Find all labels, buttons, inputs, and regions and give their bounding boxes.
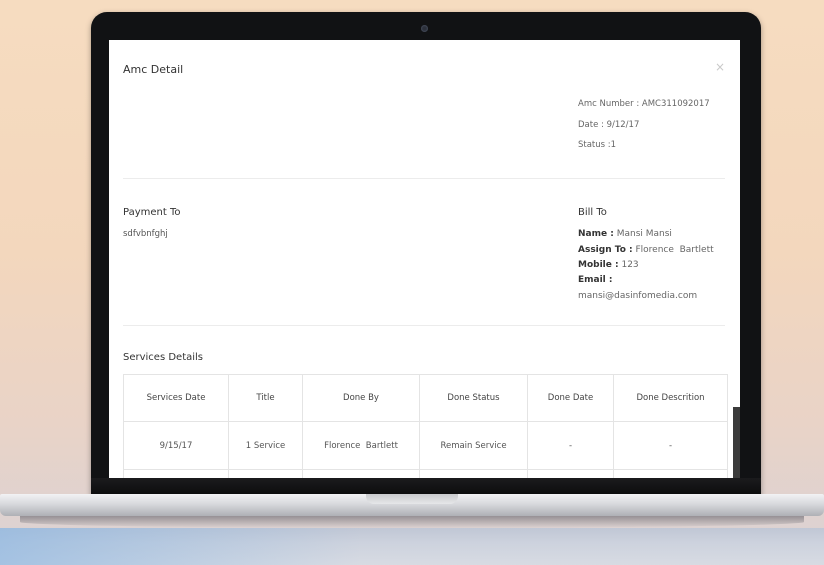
services-heading: Services Details	[123, 352, 204, 363]
close-icon[interactable]: ×	[715, 60, 725, 74]
laptop-screen: Amc Detail × Amc Number : AMC311092017 D…	[109, 40, 740, 478]
name-label: Name :	[578, 229, 614, 239]
column-header: Done Date	[527, 374, 614, 422]
laptop-notch	[366, 494, 458, 504]
table-cell: -	[613, 421, 728, 470]
scrollbar[interactable]	[733, 407, 740, 478]
column-header: Done Status	[419, 374, 528, 422]
column-header: Done By	[302, 374, 420, 422]
email-label: Email :	[578, 275, 613, 285]
table-cell: Remain Service	[419, 421, 528, 470]
table-cell: -	[527, 421, 614, 470]
amc-detail-modal: Amc Detail × Amc Number : AMC311092017 D…	[109, 40, 740, 478]
amc-date: Date : 9/12/17	[578, 120, 640, 130]
name-value: Mansi Mansi	[616, 229, 672, 239]
assign-label: Assign To :	[578, 245, 633, 255]
camera-icon	[421, 25, 428, 32]
table-header-row: Services Date Title Done By Done Status …	[123, 374, 728, 422]
email-value: mansi@dasinfomedia.com	[578, 291, 698, 301]
laptop-shadow	[20, 516, 804, 528]
services-table: Services Date Title Done By Done Status …	[123, 374, 728, 478]
divider	[123, 325, 725, 326]
amc-status: Status :1	[578, 140, 617, 150]
column-header: Done Descrition	[613, 374, 728, 422]
table-cell: 9/15/17	[123, 421, 229, 470]
amc-number: Amc Number : AMC311092017	[578, 99, 710, 109]
floor-reflection-blue	[0, 528, 360, 565]
bill-to-name: Name : Mansi Mansi	[578, 229, 672, 239]
bill-to-mobile: Mobile : 123	[578, 260, 639, 270]
column-header: Title	[228, 374, 303, 422]
table-row	[123, 469, 728, 478]
table-row: 9/15/17 1 Service Florence Bartlett Rema…	[123, 421, 728, 470]
bill-to-heading: Bill To	[578, 207, 607, 218]
payment-to-heading: Payment To	[123, 207, 181, 218]
assign-value: Florence Bartlett	[635, 245, 714, 255]
table-cell: Florence Bartlett	[302, 421, 420, 470]
divider	[123, 178, 725, 179]
bill-to-email: Email :	[578, 275, 613, 285]
modal-title: Amc Detail	[123, 63, 184, 76]
bill-to-assign: Assign To : Florence Bartlett	[578, 245, 714, 255]
column-header: Services Date	[123, 374, 229, 422]
table-cell: 1 Service	[228, 421, 303, 470]
mobile-label: Mobile :	[578, 260, 619, 270]
mobile-value: 123	[621, 260, 639, 270]
payment-to-value: sdfvbnfghj	[123, 229, 168, 239]
